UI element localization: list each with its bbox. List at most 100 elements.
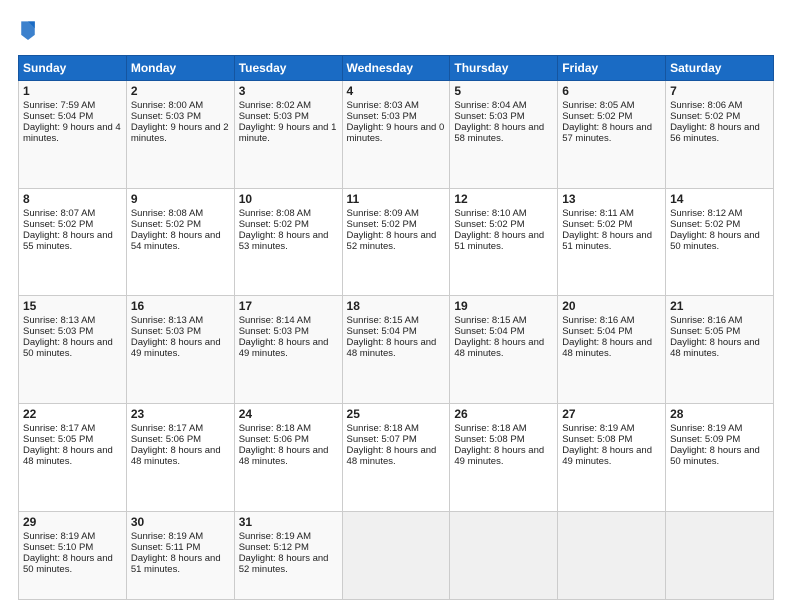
calendar-cell: 17 Sunrise: 8:14 AMSunset: 5:03 PMDayligh…	[234, 296, 342, 404]
day-number: 4	[347, 84, 446, 98]
calendar-cell: 4 Sunrise: 8:03 AMSunset: 5:03 PMDaylight…	[342, 81, 450, 189]
day-number: 15	[23, 299, 122, 313]
col-header-friday: Friday	[558, 56, 666, 81]
logo	[18, 18, 39, 45]
calendar-cell: 24 Sunrise: 8:18 AMSunset: 5:06 PMDayligh…	[234, 404, 342, 512]
calendar-week-0: 1 Sunrise: 7:59 AMSunset: 5:04 PMDaylight…	[19, 81, 774, 189]
col-header-monday: Monday	[126, 56, 234, 81]
calendar-cell: 27 Sunrise: 8:19 AMSunset: 5:08 PMDayligh…	[558, 404, 666, 512]
calendar-cell	[558, 511, 666, 599]
calendar-cell: 22 Sunrise: 8:17 AMSunset: 5:05 PMDayligh…	[19, 404, 127, 512]
day-number: 7	[670, 84, 769, 98]
calendar-cell: 3 Sunrise: 8:02 AMSunset: 5:03 PMDaylight…	[234, 81, 342, 189]
calendar-cell	[666, 511, 774, 599]
day-number: 12	[454, 192, 553, 206]
day-info: Sunrise: 8:19 AMSunset: 5:08 PMDaylight:…	[562, 423, 652, 467]
day-number: 13	[562, 192, 661, 206]
day-number: 31	[239, 515, 338, 529]
day-number: 14	[670, 192, 769, 206]
day-number: 21	[670, 299, 769, 313]
calendar-cell: 15 Sunrise: 8:13 AMSunset: 5:03 PMDayligh…	[19, 296, 127, 404]
calendar-cell	[450, 511, 558, 599]
calendar-week-4: 29 Sunrise: 8:19 AMSunset: 5:10 PMDayligh…	[19, 511, 774, 599]
day-number: 8	[23, 192, 122, 206]
day-number: 10	[239, 192, 338, 206]
day-number: 24	[239, 407, 338, 421]
day-info: Sunrise: 8:09 AMSunset: 5:02 PMDaylight:…	[347, 208, 437, 252]
calendar-header-row: SundayMondayTuesdayWednesdayThursdayFrid…	[19, 56, 774, 81]
calendar-cell	[342, 511, 450, 599]
day-info: Sunrise: 8:02 AMSunset: 5:03 PMDaylight:…	[239, 100, 337, 144]
calendar-table: SundayMondayTuesdayWednesdayThursdayFrid…	[18, 55, 774, 600]
day-info: Sunrise: 8:17 AMSunset: 5:05 PMDaylight:…	[23, 423, 113, 467]
day-number: 19	[454, 299, 553, 313]
day-info: Sunrise: 8:19 AMSunset: 5:11 PMDaylight:…	[131, 531, 221, 575]
calendar-cell: 9 Sunrise: 8:08 AMSunset: 5:02 PMDaylight…	[126, 188, 234, 296]
day-info: Sunrise: 8:07 AMSunset: 5:02 PMDaylight:…	[23, 208, 113, 252]
day-info: Sunrise: 8:08 AMSunset: 5:02 PMDaylight:…	[131, 208, 221, 252]
day-info: Sunrise: 8:13 AMSunset: 5:03 PMDaylight:…	[131, 315, 221, 359]
day-info: Sunrise: 8:15 AMSunset: 5:04 PMDaylight:…	[454, 315, 544, 359]
col-header-wednesday: Wednesday	[342, 56, 450, 81]
calendar-cell: 20Sunrise: 8:16 AMSunset: 5:04 PMDayligh…	[558, 296, 666, 404]
col-header-tuesday: Tuesday	[234, 56, 342, 81]
calendar-cell: 11 Sunrise: 8:09 AMSunset: 5:02 PMDayligh…	[342, 188, 450, 296]
day-number: 11	[347, 192, 446, 206]
day-info: Sunrise: 8:05 AMSunset: 5:02 PMDaylight:…	[562, 100, 652, 144]
day-info: Sunrise: 8:16 AMSunset: 5:05 PMDaylight:…	[670, 315, 760, 359]
day-number: 25	[347, 407, 446, 421]
calendar-cell: 30 Sunrise: 8:19 AMSunset: 5:11 PMDayligh…	[126, 511, 234, 599]
day-info: Sunrise: 8:19 AMSunset: 5:10 PMDaylight:…	[23, 531, 113, 575]
calendar-cell: 21 Sunrise: 8:16 AMSunset: 5:05 PMDayligh…	[666, 296, 774, 404]
day-number: 26	[454, 407, 553, 421]
calendar-cell: 10 Sunrise: 8:08 AMSunset: 5:02 PMDayligh…	[234, 188, 342, 296]
col-header-thursday: Thursday	[450, 56, 558, 81]
calendar-week-2: 15 Sunrise: 8:13 AMSunset: 5:03 PMDayligh…	[19, 296, 774, 404]
logo-icon	[19, 18, 37, 40]
page: SundayMondayTuesdayWednesdayThursdayFrid…	[0, 0, 792, 612]
calendar-cell: 5Sunrise: 8:04 AMSunset: 5:03 PMDaylight…	[450, 81, 558, 189]
calendar-cell: 25 Sunrise: 8:18 AMSunset: 5:07 PMDayligh…	[342, 404, 450, 512]
calendar-cell: 6 Sunrise: 8:05 AMSunset: 5:02 PMDaylight…	[558, 81, 666, 189]
day-info: Sunrise: 8:06 AMSunset: 5:02 PMDaylight:…	[670, 100, 760, 144]
calendar-cell: 26 Sunrise: 8:18 AMSunset: 5:08 PMDayligh…	[450, 404, 558, 512]
day-number: 3	[239, 84, 338, 98]
day-info: Sunrise: 8:04 AMSunset: 5:03 PMDaylight:…	[454, 100, 544, 144]
day-info: Sunrise: 8:16 AMSunset: 5:04 PMDaylight:…	[562, 315, 652, 359]
day-number: 17	[239, 299, 338, 313]
day-number: 1	[23, 84, 122, 98]
day-info: Sunrise: 8:13 AMSunset: 5:03 PMDaylight:…	[23, 315, 113, 359]
day-info: Sunrise: 8:08 AMSunset: 5:02 PMDaylight:…	[239, 208, 329, 252]
day-number: 6	[562, 84, 661, 98]
day-info: Sunrise: 8:18 AMSunset: 5:08 PMDaylight:…	[454, 423, 544, 467]
col-header-saturday: Saturday	[666, 56, 774, 81]
day-number: 29	[23, 515, 122, 529]
calendar-cell: 13 Sunrise: 8:11 AMSunset: 5:02 PMDayligh…	[558, 188, 666, 296]
calendar-cell: 8 Sunrise: 8:07 AMSunset: 5:02 PMDaylight…	[19, 188, 127, 296]
calendar-cell: 2Sunrise: 8:00 AMSunset: 5:03 PMDaylight…	[126, 81, 234, 189]
calendar-cell: 18 Sunrise: 8:15 AMSunset: 5:04 PMDayligh…	[342, 296, 450, 404]
day-info: Sunrise: 8:10 AMSunset: 5:02 PMDaylight:…	[454, 208, 544, 252]
day-info: Sunrise: 7:59 AMSunset: 5:04 PMDaylight:…	[23, 100, 121, 144]
day-number: 22	[23, 407, 122, 421]
day-info: Sunrise: 8:15 AMSunset: 5:04 PMDaylight:…	[347, 315, 437, 359]
day-info: Sunrise: 8:00 AMSunset: 5:03 PMDaylight:…	[131, 100, 229, 144]
day-info: Sunrise: 8:18 AMSunset: 5:06 PMDaylight:…	[239, 423, 329, 467]
calendar-week-1: 8 Sunrise: 8:07 AMSunset: 5:02 PMDaylight…	[19, 188, 774, 296]
calendar-cell: 28Sunrise: 8:19 AMSunset: 5:09 PMDayligh…	[666, 404, 774, 512]
day-info: Sunrise: 8:19 AMSunset: 5:12 PMDaylight:…	[239, 531, 329, 575]
calendar-week-3: 22 Sunrise: 8:17 AMSunset: 5:05 PMDayligh…	[19, 404, 774, 512]
calendar-cell: 23Sunrise: 8:17 AMSunset: 5:06 PMDayligh…	[126, 404, 234, 512]
day-info: Sunrise: 8:14 AMSunset: 5:03 PMDaylight:…	[239, 315, 329, 359]
day-number: 18	[347, 299, 446, 313]
day-info: Sunrise: 8:11 AMSunset: 5:02 PMDaylight:…	[562, 208, 652, 252]
day-number: 16	[131, 299, 230, 313]
day-number: 9	[131, 192, 230, 206]
calendar-cell: 31 Sunrise: 8:19 AMSunset: 5:12 PMDayligh…	[234, 511, 342, 599]
day-info: Sunrise: 8:18 AMSunset: 5:07 PMDaylight:…	[347, 423, 437, 467]
day-info: Sunrise: 8:03 AMSunset: 5:03 PMDaylight:…	[347, 100, 445, 144]
day-number: 27	[562, 407, 661, 421]
day-info: Sunrise: 8:19 AMSunset: 5:09 PMDaylight:…	[670, 423, 760, 467]
day-number: 30	[131, 515, 230, 529]
day-info: Sunrise: 8:17 AMSunset: 5:06 PMDaylight:…	[131, 423, 221, 467]
